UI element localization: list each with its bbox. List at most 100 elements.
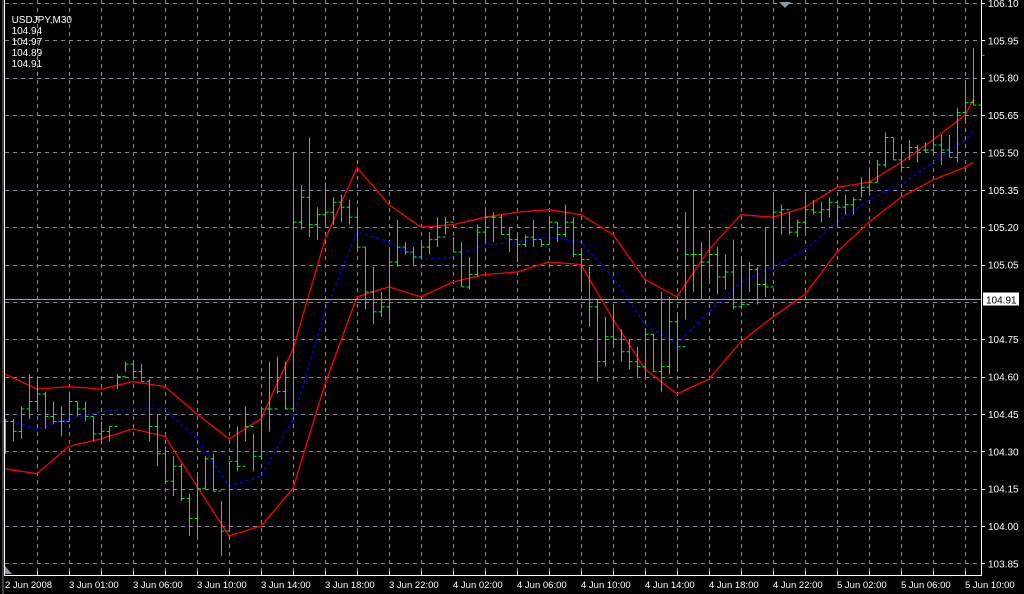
price-bar <box>538 239 545 248</box>
price-bar <box>82 401 89 422</box>
price-bar <box>210 453 217 492</box>
price-bar <box>362 246 369 310</box>
price-bar <box>786 209 793 235</box>
price-bar <box>778 204 785 235</box>
price-bar <box>330 197 337 225</box>
grid <box>5 0 981 575</box>
price-axis-label: 105.65 <box>988 111 1019 122</box>
time-axis-label: 3 Jun 14:00 <box>261 580 311 591</box>
price-chart[interactable]: 106.10 105.95 105.80 105.65 105.50 105.35 105.… <box>0 0 1024 594</box>
price-bar <box>738 257 745 310</box>
chart-shift-marker-icon[interactable] <box>779 2 791 8</box>
time-axis-label: 4 Jun 06:00 <box>517 580 567 591</box>
price-axis-label: 104.45 <box>988 410 1019 421</box>
time-axis-label: 3 Jun 18:00 <box>325 580 375 591</box>
price-bar <box>474 224 481 277</box>
price-bar <box>226 460 233 532</box>
price-bar <box>370 267 377 325</box>
chart-frame <box>2 0 982 594</box>
price-bar <box>114 374 121 427</box>
price-bar <box>378 291 385 317</box>
price-bar <box>562 204 569 238</box>
price-bar <box>570 217 577 258</box>
price-bar <box>754 267 761 305</box>
price-bar <box>138 364 145 383</box>
price-bar <box>674 314 681 372</box>
last-price-marker: 104.91 <box>5 292 1019 307</box>
price-bar <box>298 184 305 230</box>
price-bar <box>682 212 689 348</box>
price-bar <box>834 201 841 228</box>
price-bar <box>546 217 553 246</box>
price-bar <box>34 379 41 409</box>
time-axis-label: 4 Jun 14:00 <box>645 580 695 591</box>
price-bar <box>826 197 833 218</box>
price-axis-label: 103.85 <box>988 559 1019 570</box>
price-bar <box>946 135 953 158</box>
time-axis-label: 5 Jun 02:00 <box>837 580 887 591</box>
price-axis-label: 104.75 <box>988 335 1019 346</box>
price-bar <box>90 415 97 442</box>
price-bar <box>842 194 849 215</box>
price-bar <box>18 406 25 439</box>
price-bar <box>130 363 137 377</box>
price-bar <box>722 254 729 290</box>
price-bar <box>810 199 817 215</box>
price-axis: 106.10 105.95 105.80 105.65 105.50 105.35 105.… <box>981 0 1019 570</box>
price-bar <box>274 356 281 410</box>
price-axis-label: 104.60 <box>988 373 1019 384</box>
price-bar <box>858 177 865 201</box>
price-bar <box>626 339 633 370</box>
price-bar <box>658 291 665 392</box>
price-bar <box>58 406 65 437</box>
price-bar <box>962 80 969 121</box>
price-bar <box>434 217 441 248</box>
price-bar <box>346 199 353 225</box>
price-bar <box>394 219 401 268</box>
price-bar <box>802 194 809 233</box>
price-bar <box>418 242 425 260</box>
price-bar <box>314 207 321 240</box>
price-bar <box>938 135 945 165</box>
price-bar <box>586 259 593 327</box>
price-bar <box>10 418 17 442</box>
time-axis-label: 3 Jun 22:00 <box>389 580 439 591</box>
price-bar <box>554 221 561 243</box>
symbol-timeframe: USDJPY,M30 <box>11 15 72 26</box>
price-bar <box>50 401 57 424</box>
time-axis-label: 5 Jun 10:00 <box>965 580 1015 591</box>
price-bar <box>746 262 753 305</box>
price-bar <box>466 257 473 290</box>
price-bar <box>402 242 409 255</box>
price-bar <box>618 329 625 362</box>
scroll-marker-icon <box>5 566 12 574</box>
time-axis-label: 2 Jun 2008 <box>5 580 52 591</box>
price-bar <box>322 182 329 225</box>
price-bar <box>122 361 129 378</box>
price-bar <box>386 247 393 322</box>
price-bar <box>794 219 801 238</box>
price-bar <box>762 227 769 297</box>
price-bar <box>426 232 433 255</box>
chart-header: USDJPY,M30 104.94 104.97 104.89 104.91 <box>6 4 76 70</box>
price-bar <box>882 132 889 168</box>
price-bar <box>242 406 249 467</box>
lower-band-line <box>4 161 974 537</box>
price-axis-label: 105.50 <box>988 148 1019 159</box>
price-bar <box>666 296 673 375</box>
upper-band-line <box>4 99 974 440</box>
price-bar <box>602 316 609 367</box>
price-bar <box>218 490 225 556</box>
price-bar <box>186 493 193 537</box>
price-bar <box>642 331 649 377</box>
time-axis-label: 3 Jun 10:00 <box>197 580 247 591</box>
price-bar <box>594 299 601 382</box>
price-bar <box>506 227 513 253</box>
time-axis-label: 3 Jun 01:00 <box>69 580 119 591</box>
price-bar <box>818 202 825 223</box>
price-axis-label: 105.35 <box>988 186 1019 197</box>
time-axis: 2 Jun 2008 3 Jun 01:00 3 Jun 06:00 3 Jun 10… <box>5 580 1015 591</box>
price-bar <box>914 144 921 163</box>
price-bar <box>66 391 73 422</box>
price-bar <box>730 239 737 310</box>
